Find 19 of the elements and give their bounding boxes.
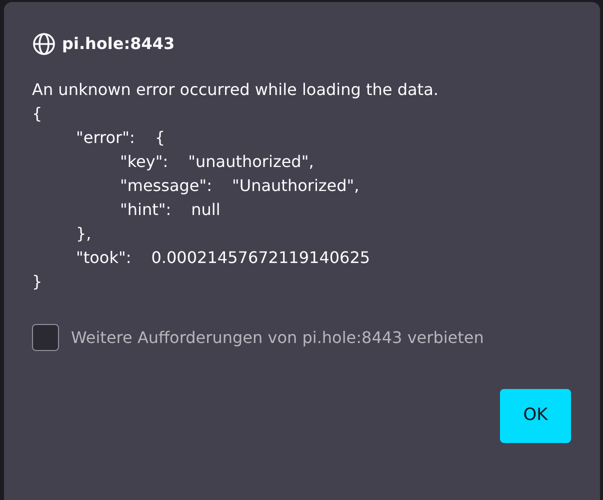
checkbox[interactable] bbox=[32, 324, 59, 351]
json-key: "took": bbox=[76, 246, 132, 270]
json-bracket: { bbox=[32, 103, 42, 125]
globe-icon bbox=[32, 32, 56, 56]
json-value: "Unauthorized", bbox=[232, 175, 360, 197]
json-key: "message": bbox=[120, 174, 212, 198]
json-value: { bbox=[154, 127, 166, 149]
json-bracket: }, bbox=[76, 223, 92, 245]
message-text: An unknown error occurred while loading the data. bbox=[32, 79, 438, 101]
json-value: 0.00021457672119140625 bbox=[151, 247, 370, 269]
json-key: "error": bbox=[76, 126, 135, 150]
ok-button[interactable]: OK bbox=[500, 389, 571, 443]
json-value: "unauthorized", bbox=[188, 151, 314, 173]
dialog-title: pi.hole:8443 bbox=[62, 33, 175, 55]
json-key: "key": bbox=[120, 150, 168, 174]
json-value: null bbox=[191, 199, 220, 221]
json-bracket: } bbox=[32, 271, 42, 293]
json-key: "hint": bbox=[120, 198, 172, 222]
checkbox-label[interactable]: Weitere Aufforderungen von pi.hole:8443 verbieten bbox=[71, 326, 484, 350]
